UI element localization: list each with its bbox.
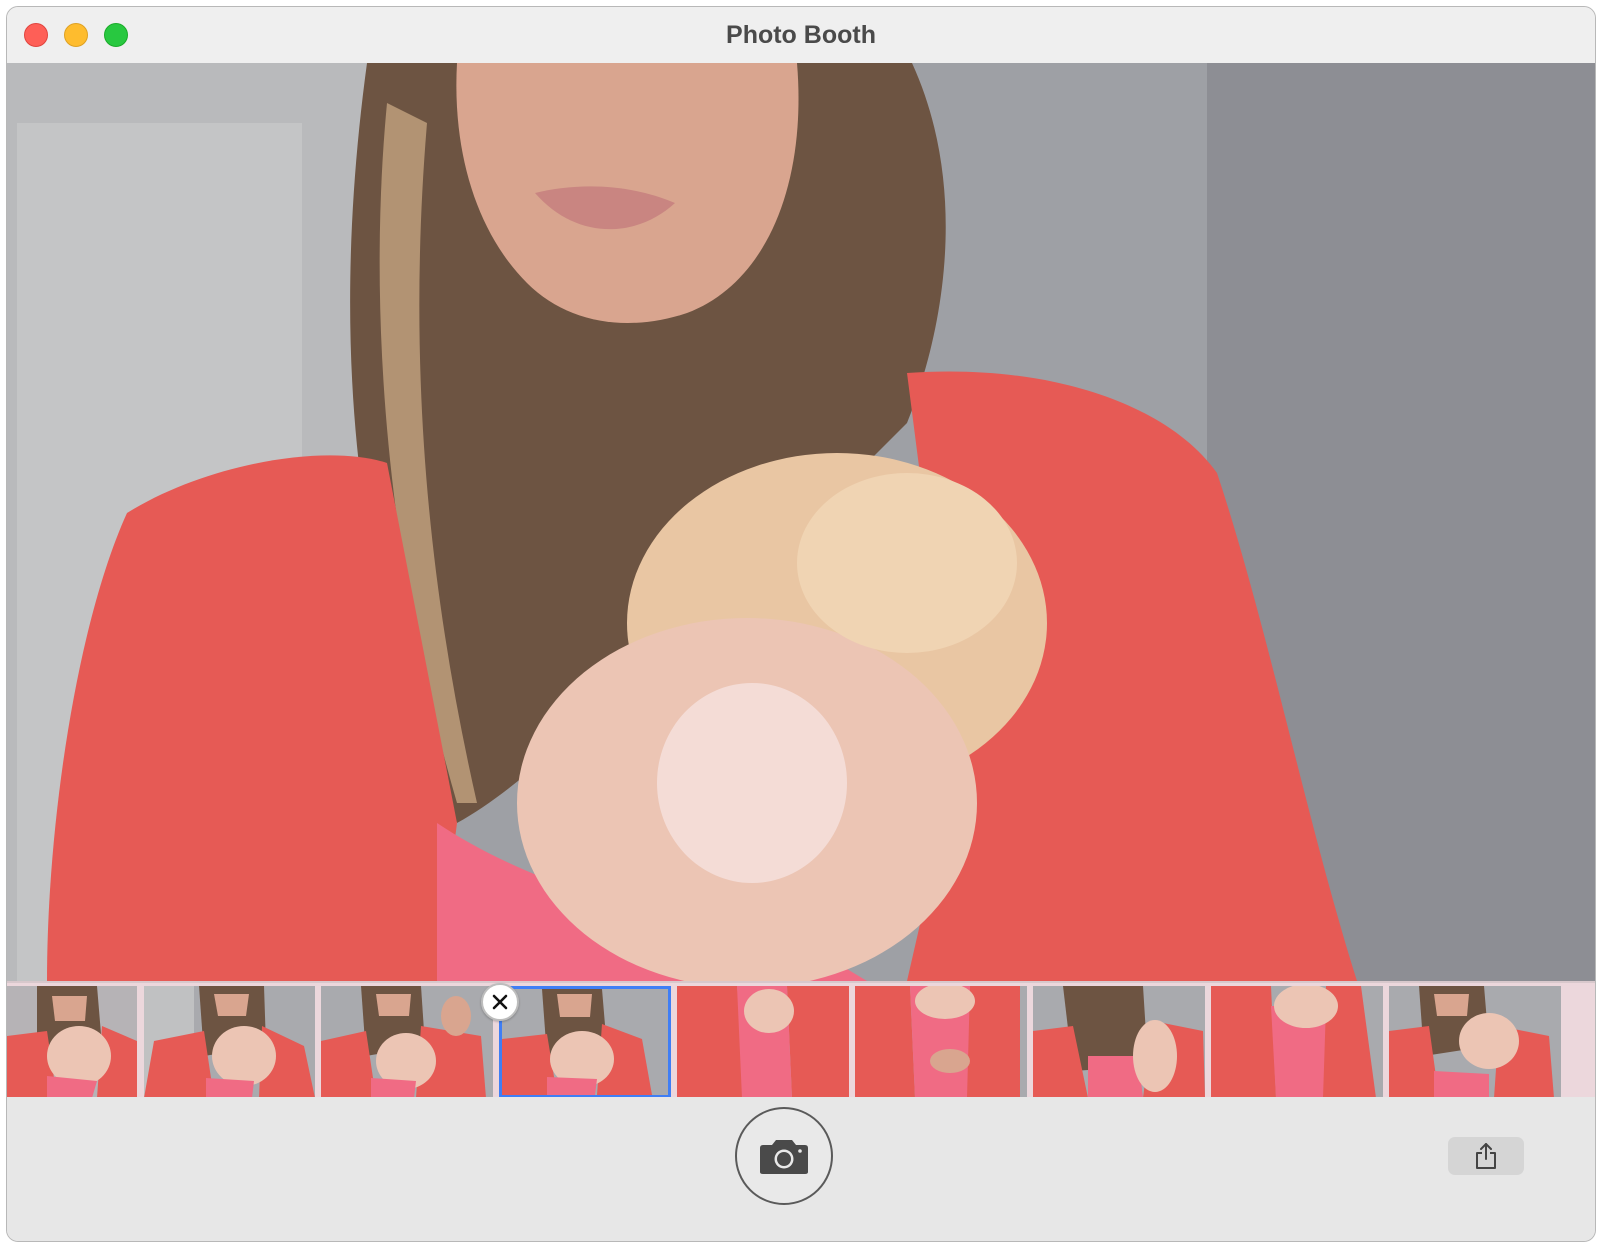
thumbnail-photo	[321, 986, 493, 1098]
filmstrip	[7, 981, 1595, 1098]
thumbnail-photo	[7, 986, 137, 1098]
camera-icon	[760, 1140, 808, 1174]
share-icon	[1476, 1143, 1496, 1169]
thumbnail-7[interactable]	[1033, 986, 1205, 1098]
window-title: Photo Booth	[726, 21, 876, 49]
take-photo-button[interactable]	[735, 1107, 833, 1205]
bottom-toolbar	[7, 1097, 1595, 1241]
thumbnail-photo	[144, 986, 315, 1098]
thumbnail-1[interactable]	[7, 986, 137, 1098]
thumbnail-9[interactable]	[1389, 986, 1561, 1098]
camera-preview	[7, 63, 1595, 981]
thumbnail-4-selected[interactable]	[499, 986, 671, 1098]
title-bar: Photo Booth	[7, 7, 1595, 64]
share-button[interactable]	[1448, 1137, 1524, 1175]
delete-photo-button[interactable]	[481, 983, 519, 1021]
thumbnail-photo	[502, 989, 668, 1095]
thumbnail-photo	[1033, 986, 1205, 1098]
thumbnail-5[interactable]	[677, 986, 849, 1098]
thumbnail-8[interactable]	[1211, 986, 1383, 1098]
thumbnail-photo	[1211, 986, 1383, 1098]
photo-booth-window: Photo Booth	[6, 6, 1596, 1242]
thumbnail-photo	[677, 986, 849, 1098]
camera-feed-image	[7, 63, 1595, 981]
thumbnail-6[interactable]	[855, 986, 1027, 1098]
thumbnail-photo	[855, 986, 1027, 1098]
thumbnail-photo	[1389, 986, 1561, 1098]
thumbnail-2[interactable]	[144, 986, 315, 1098]
close-x-icon	[492, 994, 508, 1010]
thumbnail-3[interactable]	[321, 986, 493, 1098]
